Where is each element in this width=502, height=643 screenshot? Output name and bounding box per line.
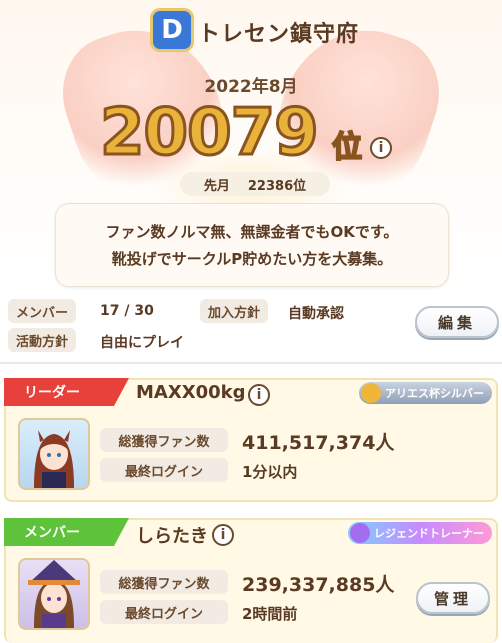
avatar[interactable] <box>18 418 90 490</box>
last-login-value: 1分以内 <box>242 463 298 481</box>
member-info-icon[interactable]: i <box>248 384 270 406</box>
last-login-label: 最終ログイン <box>100 600 228 624</box>
title-badge: レジェンドトレーナー <box>348 522 492 544</box>
previous-month-rank: 先月 22386位 <box>180 172 330 196</box>
leader-card[interactable]: リーダー MAXX00kg i アリエス杯シルバー 総獲得ファン数 411,51… <box>4 378 498 502</box>
medal-icon <box>350 523 370 543</box>
last-login-value: 2時間前 <box>242 605 298 623</box>
members-label: メンバー <box>8 299 77 323</box>
ranking-info-icon[interactable]: i <box>370 137 392 159</box>
members-value: 17 / 30 <box>100 303 154 319</box>
trophy-icon <box>361 383 381 403</box>
previous-month-value: 22386位 <box>247 178 307 194</box>
ranking-unit: 位 <box>331 129 363 166</box>
description-line-1: ファン数ノルマ無、無課金者でもOKです。 <box>105 223 399 241</box>
character-portrait-icon <box>28 560 80 628</box>
total-fans-value: 411,517,374人 <box>242 432 395 454</box>
activity-policy-value: 自由にプレイ <box>100 335 184 351</box>
description-line-2: 靴投げでサークルP貯めたい方を大募集。 <box>111 250 393 268</box>
total-fans-value: 239,337,885人 <box>242 574 395 596</box>
circle-header: D トレセン鎮守府 2022年8月 20079 位 i 先月 22386位 ファ… <box>0 0 502 290</box>
avatar[interactable] <box>18 558 90 630</box>
join-policy-value: 自動承認 <box>288 306 344 322</box>
total-fans-label: 総獲得ファン数 <box>100 570 228 594</box>
character-portrait-icon <box>34 430 74 488</box>
member-info-icon[interactable]: i <box>212 524 234 546</box>
edit-button[interactable]: 編集 <box>415 306 499 338</box>
leader-role-label: リーダー <box>4 378 129 406</box>
previous-month-label: 先月 <box>203 178 230 194</box>
ranking-month: 2022年8月 <box>204 77 298 97</box>
member-name: MAXX00kg <box>136 382 246 403</box>
member-name: しらたき <box>136 526 208 547</box>
circle-description: ファン数ノルマ無、無課金者でもOKです。 靴投げでサークルP貯めたい方を大募集。 <box>55 203 449 287</box>
total-fans-label: 総獲得ファン数 <box>100 428 228 452</box>
ranking-number: 20079 <box>99 95 321 172</box>
activity-policy-label: 活動方針 <box>8 328 77 352</box>
divider <box>0 362 502 364</box>
manage-button[interactable]: 管理 <box>416 582 490 614</box>
join-policy-label: 加入方針 <box>200 299 269 323</box>
circle-logo: D <box>150 8 194 52</box>
circle-name: トレセン鎮守府 <box>198 22 360 47</box>
member-role-label: メンバー <box>4 518 129 546</box>
last-login-label: 最終ログイン <box>100 458 228 482</box>
title-badge: アリエス杯シルバー <box>359 382 492 404</box>
member-card[interactable]: メンバー しらたき i レジェンドトレーナー 総獲得ファン数 239,337,8… <box>4 518 498 643</box>
